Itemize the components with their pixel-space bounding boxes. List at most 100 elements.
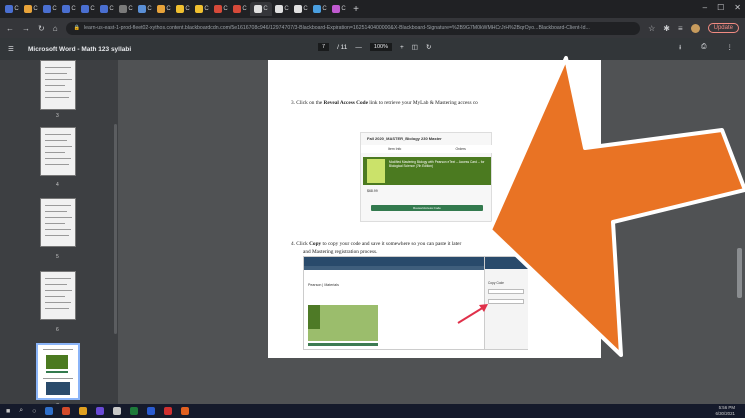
- tab-label: C: [322, 6, 327, 12]
- thumbnail-scrollbar[interactable]: [114, 124, 117, 334]
- chrome-icon[interactable]: [113, 407, 122, 415]
- tab-favicon-icon: [119, 5, 128, 13]
- app-icon[interactable]: [181, 407, 190, 415]
- tab-label: C: [128, 6, 133, 12]
- tab-favicon-icon: [81, 5, 90, 13]
- zoom-out-button[interactable]: —: [355, 44, 362, 51]
- tab-label: C: [14, 6, 19, 12]
- profile-avatar[interactable]: [690, 23, 700, 33]
- tab-favicon-icon: [62, 5, 71, 13]
- browser-tab[interactable]: C: [60, 2, 78, 16]
- tab-label: C: [71, 6, 76, 12]
- reading-list-icon[interactable]: ≡: [678, 24, 683, 33]
- file-explorer-icon[interactable]: [45, 407, 54, 415]
- tab-label: C: [303, 6, 308, 12]
- back-arrow-icon[interactable]: ←: [6, 24, 14, 33]
- browser-tab[interactable]: C: [79, 2, 97, 16]
- tab-favicon-icon: [294, 5, 303, 13]
- url-text: learn-us-east-1-prod-fleet02-xythos.cont…: [84, 25, 590, 31]
- maximize-button[interactable]: ☐: [717, 3, 724, 12]
- browser-tab[interactable]: C: [41, 2, 59, 16]
- copy-code-screenshot: Pearson | Materials Copy Code: [303, 256, 528, 350]
- app-icon[interactable]: [79, 407, 88, 415]
- tab-label: C: [263, 6, 268, 12]
- app-icon[interactable]: [164, 407, 173, 415]
- screenshot-tab-orders: Orders: [455, 147, 466, 151]
- rotate-icon[interactable]: ↻: [426, 43, 431, 51]
- new-tab-button[interactable]: +: [349, 4, 363, 15]
- tab-favicon-icon: [313, 5, 322, 13]
- tab-favicon-icon: [24, 5, 33, 13]
- tab-label: C: [185, 6, 190, 12]
- thumbnail-page-number: 4: [56, 182, 59, 188]
- browser-tab[interactable]: C: [193, 2, 211, 16]
- page-thumbnail[interactable]: [40, 198, 76, 247]
- browser-tab[interactable]: C: [212, 2, 230, 16]
- scrollbar-thumb[interactable]: [737, 248, 742, 298]
- home-icon[interactable]: ⌂: [53, 24, 58, 33]
- tab-label: C: [223, 6, 228, 12]
- browser-tab[interactable]: C: [22, 2, 40, 16]
- browser-tab[interactable]: C: [3, 2, 21, 16]
- tab-label: C: [204, 6, 209, 12]
- tab-label: C: [166, 6, 171, 12]
- tab-favicon-icon: [157, 5, 166, 13]
- browser-tab[interactable]: C: [174, 2, 192, 16]
- start-icon[interactable]: ■: [6, 408, 10, 415]
- screenshot-book-cover: [308, 305, 320, 329]
- tab-favicon-icon: [176, 5, 185, 13]
- zoom-in-button[interactable]: +: [400, 44, 404, 51]
- reveal-code-screenshot: Fall 2020_MASTER_Biology 230 Master Item…: [360, 132, 493, 222]
- download-icon[interactable]: ⭳: [679, 43, 681, 54]
- print-icon[interactable]: ⎙: [701, 43, 706, 54]
- tab-favicon-icon: [275, 5, 284, 13]
- reload-icon[interactable]: ↻: [38, 24, 45, 33]
- task-view-icon[interactable]: ○: [32, 408, 36, 415]
- search-icon[interactable]: ⌕: [19, 407, 23, 415]
- more-options-icon[interactable]: ⋮: [727, 43, 734, 54]
- viewer-actions: ⭳ ⎙ ⋮: [679, 43, 733, 54]
- document-scrollbar[interactable]: [735, 60, 745, 412]
- lock-icon: 🔒: [73, 25, 81, 31]
- word-icon[interactable]: [147, 407, 156, 415]
- extensions-icon[interactable]: ✱: [663, 24, 670, 33]
- thumbnail-page-number: 3: [56, 113, 59, 119]
- taskbar-clock[interactable]: 5:56 PM 6/30/2021: [715, 405, 735, 416]
- pdf-viewer-toolbar: ☰ Microsoft Word - Math 123 syllabi 7 / …: [0, 38, 745, 60]
- browser-tab[interactable]: C: [273, 2, 291, 16]
- zoom-level-input[interactable]: 100%: [369, 43, 392, 51]
- page-zoom-controls: 7 / 11 — 100% + ◫ ↻: [318, 43, 431, 51]
- app-icon[interactable]: [62, 407, 71, 415]
- tab-favicon-icon: [43, 5, 52, 13]
- tab-label: C: [284, 6, 289, 12]
- browser-tab[interactable]: C: [311, 2, 329, 16]
- tab-favicon-icon: [332, 5, 341, 13]
- star-icon[interactable]: ☆: [648, 24, 655, 33]
- thumbnail-sidebar: 3 4 5 6 7: [0, 60, 118, 412]
- browser-tab[interactable]: C: [117, 2, 135, 16]
- update-button[interactable]: Update: [707, 23, 739, 33]
- document-view: 3. Click on the Reveal Access Code link …: [118, 60, 745, 412]
- step-4-text: 4. Click Copy to copy your code and save…: [291, 241, 462, 247]
- tab-label: C: [52, 6, 57, 12]
- forward-arrow-icon[interactable]: →: [22, 24, 30, 33]
- close-window-button[interactable]: ✕: [734, 3, 741, 12]
- app-icon[interactable]: [130, 407, 139, 415]
- browser-tab[interactable]: C: [155, 2, 173, 16]
- minimize-button[interactable]: –: [703, 3, 707, 12]
- page-thumbnail[interactable]: [40, 127, 76, 176]
- browser-tab-active[interactable]: C: [250, 2, 272, 16]
- fit-page-icon[interactable]: ◫: [412, 43, 418, 51]
- browser-tab[interactable]: C: [136, 2, 154, 16]
- menu-icon[interactable]: ☰: [8, 45, 18, 53]
- address-bar[interactable]: 🔒 learn-us-east-1-prod-fleet02-xythos.co…: [65, 21, 641, 35]
- browser-tab[interactable]: C: [330, 2, 348, 16]
- browser-tab[interactable]: C: [292, 2, 310, 16]
- browser-tab[interactable]: C: [98, 2, 116, 16]
- app-icon[interactable]: [96, 407, 105, 415]
- page-thumbnail[interactable]: [40, 271, 76, 320]
- browser-tab[interactable]: C: [231, 2, 249, 16]
- page-number-input[interactable]: 7: [318, 43, 330, 51]
- page-thumbnail[interactable]: [40, 60, 76, 110]
- page-thumbnail-selected[interactable]: [36, 343, 80, 400]
